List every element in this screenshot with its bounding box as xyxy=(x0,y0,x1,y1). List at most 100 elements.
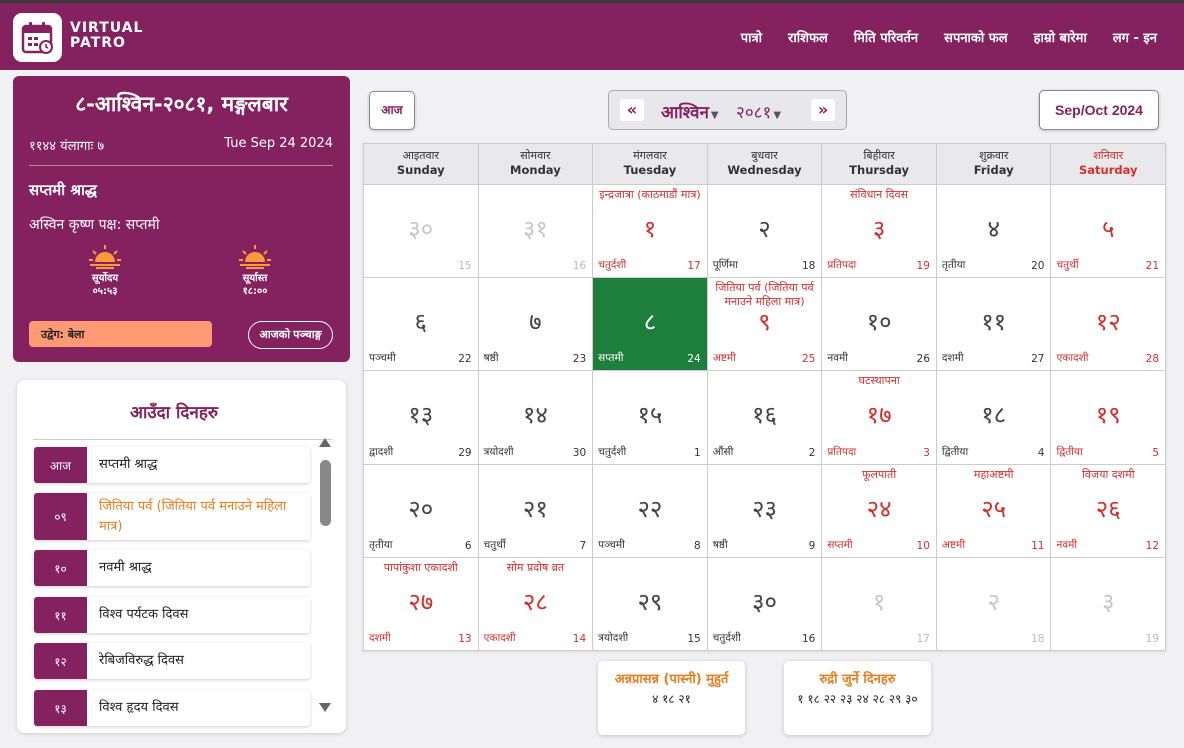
day-english-date: 17 xyxy=(687,260,701,273)
weekday-sunday: आइतवार Sunday xyxy=(364,144,479,185)
calendar-day[interactable]: २१ चतुर्थी 7 xyxy=(478,464,594,558)
calendar-day[interactable]: २ 18 xyxy=(936,557,1052,651)
day-english-date: 10 xyxy=(916,539,930,552)
calendar-day[interactable]: ३० 15 xyxy=(364,185,479,279)
today-card: ८-आश्विन-२०८१, मङ्गलबार ११४४ यंलागाः ७ T… xyxy=(13,76,350,362)
calendar-day[interactable]: १९ द्वितीया 5 xyxy=(1051,371,1167,465)
upcoming-days-panel: आउँदा दिनहरु आज सप्तमी श्राद्ध ०९ जितिया… xyxy=(17,380,346,733)
annaprashan-box[interactable]: अन्नप्रासन्न (पास्नी) मुहुर्त ४ १८ २१ xyxy=(598,661,745,735)
year-value: २०८१ xyxy=(736,103,772,123)
month-select[interactable]: आश्विन ▼ xyxy=(661,100,719,123)
logo[interactable] xyxy=(13,13,62,62)
calendar-day[interactable]: १२ एकादशी 28 xyxy=(1051,278,1167,372)
nav-rashifal[interactable]: राशिफल xyxy=(788,28,828,46)
english-month-button[interactable]: Sep/Oct 2024 xyxy=(1039,90,1159,130)
calendar-day[interactable]: विजया दशमी २६ नवमी 12 xyxy=(1051,464,1167,558)
nav-patro[interactable]: पात्रो xyxy=(741,28,762,46)
calendar-day[interactable]: १० नवमी 26 xyxy=(822,278,937,372)
day-english-date: 7 xyxy=(579,539,587,552)
day-badge: आज xyxy=(34,447,87,483)
calendar-day[interactable]: १५ चतुर्दशी 1 xyxy=(593,371,708,465)
day-number: ३० xyxy=(752,587,777,616)
scroll-down-arrow-icon[interactable] xyxy=(319,703,331,712)
weekday-en: Tuesday xyxy=(623,163,677,177)
calendar-day[interactable]: ६ पञ्चमी 22 xyxy=(364,278,479,372)
calendar-day[interactable]: ७ षष्ठी 23 xyxy=(478,278,594,372)
day-badge: १२ xyxy=(34,643,87,679)
calendar-day[interactable]: पापांकुशा एकादशी २७ दशमी 13 xyxy=(364,557,479,651)
day-number: २९ xyxy=(637,587,663,616)
calendar-day[interactable]: २९ त्रयोदशी 15 xyxy=(593,557,708,651)
list-item[interactable]: १२ रेबिजविरुद्ध दिवस xyxy=(34,643,310,679)
calendar-day[interactable]: ५ चतुर्थी 21 xyxy=(1051,185,1167,279)
item-text: विश्व पर्यटक दिवस xyxy=(99,607,189,622)
scrollbar-thumb[interactable] xyxy=(320,460,331,526)
calendar-day[interactable]: फूलपाती २४ सप्तमी 10 xyxy=(822,464,937,558)
scroll-up-arrow-icon[interactable] xyxy=(319,438,331,447)
next-month-button[interactable]: » xyxy=(811,99,835,121)
prev-month-button[interactable]: « xyxy=(620,99,644,121)
calendar-day[interactable]: १३ द्वादशी 29 xyxy=(364,371,479,465)
calendar-day[interactable]: २२ पञ्चमी 8 xyxy=(593,464,708,558)
list-item[interactable]: ११ विश्व पर्यटक दिवस xyxy=(34,597,310,633)
nav-about-us[interactable]: हाम्रो बारेमा xyxy=(1034,28,1087,46)
day-tithi: एकादशी xyxy=(483,631,516,644)
calendar-day[interactable]: ३ 19 xyxy=(1051,557,1167,651)
day-english-date: 11 xyxy=(1031,539,1045,552)
day-tithi: पूर्णिमा xyxy=(712,259,739,272)
weekday-np: बिहीवार xyxy=(863,149,895,162)
calendar-day[interactable]: महाअष्टमी २५ अष्टमी 11 xyxy=(936,464,1052,558)
day-english-date: 12 xyxy=(1145,539,1160,552)
calendar-day[interactable]: जितिया पर्व (जितिया पर्व मनाउने महिला मा… xyxy=(707,278,823,372)
list-item[interactable]: ०९ जितिया पर्व (जितिया पर्व मनाउने महिला… xyxy=(34,493,310,540)
nav-login[interactable]: लग - इन xyxy=(1113,28,1157,46)
calendar-day[interactable]: संविधान दिवस ३ प्रतिपदा 19 xyxy=(822,185,937,279)
year-select[interactable]: २०८१ ▼ xyxy=(736,100,781,123)
weekday-np: मंगलवार xyxy=(633,149,667,162)
weekday-en: Thursday xyxy=(849,163,910,177)
day-number: १४ xyxy=(522,401,548,430)
brand-name[interactable]: VIRTUAL PATRO xyxy=(70,21,143,51)
month-navigator: « आश्विन ▼ २०८१ ▼ » xyxy=(608,90,847,130)
calendar-day[interactable]: घटस्थापना १७ प्रतिपदा 3 xyxy=(822,371,937,465)
day-tithi: नवमी xyxy=(827,352,848,365)
calendar-day[interactable]: ४ तृतीया 20 xyxy=(936,185,1052,279)
day-english-date: 30 xyxy=(572,446,587,459)
list-item[interactable]: आज सप्तमी श्राद्ध xyxy=(34,447,310,483)
divider xyxy=(33,439,332,440)
day-number: १ xyxy=(872,587,886,616)
brand-line1: VIRTUAL xyxy=(70,20,144,36)
calendar-day[interactable]: ३० चतुर्दशी 16 xyxy=(707,557,823,651)
english-date: Tue Sep 24 2024 xyxy=(224,136,333,151)
calendar-day[interactable]: ३१ 16 xyxy=(478,185,594,279)
day-tithi: प्रतिपदा xyxy=(827,445,857,458)
calendar-day[interactable]: २ पूर्णिमा 18 xyxy=(707,185,823,279)
rudri-box[interactable]: रुद्री जुर्ने दिनहरु १ १८ २२ २३ २४ २८ २९… xyxy=(784,661,931,735)
calendar-day[interactable]: २० तृतीया 6 xyxy=(364,464,479,558)
calendar-day[interactable]: सोम प्रदोष व्रत २८ एकादशी 14 xyxy=(478,557,594,651)
list-item[interactable]: १० नवमी श्राद्ध xyxy=(34,550,310,586)
day-number: २४ xyxy=(866,494,892,523)
sunrise-time: ०५:५३ xyxy=(92,286,118,297)
sunset-icon xyxy=(239,245,271,269)
nav-date-converter[interactable]: मिति परिवर्तन xyxy=(854,28,918,46)
calendar-day[interactable]: इन्द्रजात्रा (काठमाडौं मात्र) १ चतुर्दशी 17 xyxy=(593,185,708,279)
day-tithi: दशमी xyxy=(941,352,964,365)
calendar-day[interactable]: १ 17 xyxy=(822,557,937,651)
calendar-day[interactable]: १४ त्रयोदशी 30 xyxy=(478,371,594,465)
day-badge: १३ xyxy=(34,690,87,726)
list-item[interactable]: १३ विश्व हृदय दिवस xyxy=(34,690,310,726)
nav-dream-meaning[interactable]: सपनाको फल xyxy=(944,28,1007,46)
calendar-day-selected[interactable]: ८ सप्तमी 24 xyxy=(593,278,708,372)
calendar-day[interactable]: १६ औंसी 2 xyxy=(707,371,823,465)
day-english-date: 18 xyxy=(801,260,816,273)
calendar-day[interactable]: ११ दशमी 27 xyxy=(936,278,1052,372)
day-number: ३० xyxy=(408,215,434,243)
day-number: २६ xyxy=(1095,494,1121,523)
annaprashan-days: ४ १८ २१ xyxy=(652,692,691,706)
day-english-date: 2 xyxy=(808,446,816,459)
calendar-day[interactable]: २३ षष्ठी 9 xyxy=(707,464,823,558)
today-button[interactable]: आज xyxy=(369,91,415,130)
calendar-day[interactable]: १८ द्वितीया 4 xyxy=(936,371,1052,465)
todays-panchang-button[interactable]: आजको पञ्चाङ्ग xyxy=(248,321,333,349)
